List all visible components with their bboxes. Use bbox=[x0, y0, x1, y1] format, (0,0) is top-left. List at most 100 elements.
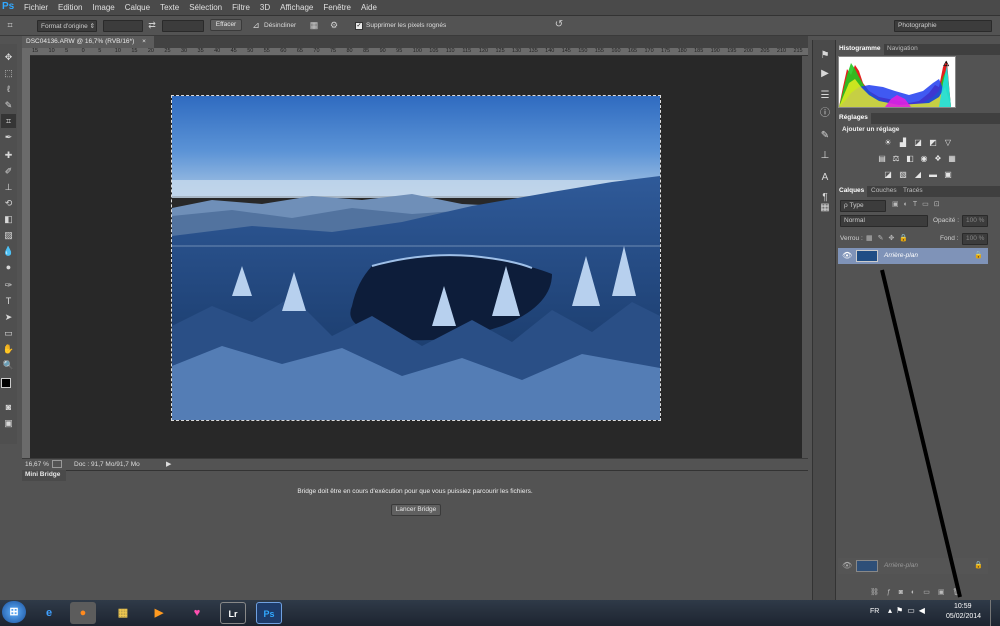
lock-icons[interactable]: ▦✎✥🔒 bbox=[866, 234, 913, 242]
blur-tool-icon[interactable]: 💧 bbox=[1, 244, 16, 258]
launch-bridge-button[interactable]: Lancer Bridge bbox=[391, 504, 441, 516]
crop-tool-icon[interactable]: ⌗ bbox=[1, 114, 16, 128]
close-icon[interactable]: × bbox=[142, 38, 146, 45]
grid-overlay-icon[interactable]: ▦ bbox=[308, 19, 320, 31]
vibrance-icon[interactable]: ▽ bbox=[942, 138, 954, 148]
tab-layers[interactable]: Calques bbox=[836, 186, 868, 197]
reset-icon[interactable]: ↺ bbox=[552, 19, 566, 31]
menu-3d[interactable]: 3D bbox=[260, 3, 270, 12]
layer-actions[interactable]: ⛓ƒ◙◐▭▣🗑 bbox=[870, 588, 969, 596]
document-tab[interactable]: DSC04136.ARW @ 16,7% (RVB/16*) × bbox=[22, 36, 154, 48]
posterize-icon[interactable]: ▧ bbox=[897, 170, 909, 180]
taskbar-firefox-icon[interactable]: ● bbox=[70, 602, 96, 624]
layer-row[interactable]: 👁 Arrière-plan 🔒 bbox=[838, 248, 988, 264]
delete-cropped-checkbox[interactable]: ✓ bbox=[355, 22, 363, 30]
tab-paths[interactable]: Tracés bbox=[900, 186, 926, 197]
selective-color-icon[interactable]: ▣ bbox=[942, 170, 954, 180]
menu-fichier[interactable]: Fichier bbox=[24, 3, 48, 12]
clear-button[interactable]: Effacer bbox=[210, 19, 242, 31]
quick-mask-icon[interactable]: ◙ bbox=[1, 400, 16, 414]
taskbar-live-icon[interactable]: ♥ bbox=[184, 602, 210, 624]
brightness-icon[interactable]: ☀ bbox=[882, 138, 894, 148]
photo-filter-icon[interactable]: ◉ bbox=[918, 154, 930, 164]
taskbar-explorer-icon[interactable]: ▦ bbox=[110, 602, 136, 624]
history-icon[interactable]: ⚑ bbox=[817, 48, 833, 64]
menu-affichage[interactable]: Affichage bbox=[280, 3, 313, 12]
crop-width-input[interactable] bbox=[103, 20, 143, 32]
taskbar-lightroom-icon[interactable]: Lr bbox=[220, 602, 246, 624]
document-image[interactable] bbox=[171, 95, 661, 421]
color-lookup-icon[interactable]: ▦ bbox=[946, 154, 958, 164]
foreground-color-swatch[interactable] bbox=[1, 378, 11, 388]
eyedropper-tool-icon[interactable]: ✒ bbox=[1, 130, 16, 144]
straighten-icon[interactable]: ⊿ bbox=[250, 19, 262, 31]
info-icon[interactable]: ⓘ bbox=[817, 106, 833, 122]
gear-icon[interactable]: ⚙ bbox=[328, 19, 340, 31]
taskbar-media-icon[interactable]: ▶ bbox=[146, 602, 172, 624]
hue-saturation-icon[interactable]: ▤ bbox=[876, 154, 888, 164]
screen-mode-icon[interactable]: ▣ bbox=[1, 416, 16, 430]
move-tool-icon[interactable]: ✥ bbox=[1, 50, 16, 64]
layer-name[interactable]: Arrière-plan bbox=[884, 252, 918, 259]
dodge-tool-icon[interactable]: ● bbox=[1, 260, 16, 274]
brush-tool-icon[interactable]: ✐ bbox=[1, 164, 16, 178]
menu-fenetre[interactable]: Fenêtre bbox=[323, 3, 351, 12]
healing-brush-tool-icon[interactable]: ✚ bbox=[1, 148, 16, 162]
tray-icons[interactable]: ▴⚑▭◀ bbox=[888, 606, 929, 615]
menu-calque[interactable]: Calque bbox=[125, 3, 150, 12]
zoom-tool-icon[interactable]: 🔍 bbox=[1, 358, 16, 372]
lasso-tool-icon[interactable]: ℓ bbox=[1, 82, 16, 96]
history-brush-tool-icon[interactable]: ⟲ bbox=[1, 196, 16, 210]
taskbar-ie-icon[interactable]: e bbox=[36, 602, 62, 624]
opacity-input[interactable]: 100 % bbox=[962, 215, 988, 227]
color-balance-icon[interactable]: ⚖ bbox=[890, 154, 902, 164]
clock-time[interactable]: 10:59 bbox=[954, 603, 972, 610]
type-tool-icon[interactable]: T bbox=[1, 294, 16, 308]
menu-texte[interactable]: Texte bbox=[160, 3, 179, 12]
eraser-tool-icon[interactable]: ◧ bbox=[1, 212, 16, 226]
warning-icon[interactable]: ⚠ bbox=[943, 60, 949, 68]
status-menu-arrow-icon[interactable]: ▶ bbox=[166, 460, 171, 468]
invert-icon[interactable]: ◪ bbox=[882, 170, 894, 180]
mini-bridge-tab[interactable]: Mini Bridge bbox=[22, 470, 66, 481]
workspace-select[interactable]: Photographie bbox=[894, 20, 992, 32]
properties-icon[interactable]: ☰ bbox=[817, 88, 833, 104]
path-selection-tool-icon[interactable]: ➤ bbox=[1, 310, 16, 324]
channel-mixer-icon[interactable]: ❖ bbox=[932, 154, 944, 164]
exposure-icon[interactable]: ◩ bbox=[927, 138, 939, 148]
blend-mode-select[interactable]: Normal bbox=[840, 215, 928, 227]
layer-filter-icons[interactable]: ▣◐T▭⊡ bbox=[892, 200, 945, 208]
tab-adjustments[interactable]: Réglages bbox=[836, 113, 871, 124]
swatches-icon[interactable]: ▦ bbox=[817, 200, 833, 216]
hand-tool-icon[interactable]: ✋ bbox=[1, 342, 16, 356]
layer-filter-select[interactable]: ρ Type bbox=[840, 200, 886, 212]
pen-tool-icon[interactable]: ✑ bbox=[1, 278, 16, 292]
shape-tool-icon[interactable]: ▭ bbox=[1, 326, 16, 340]
menu-edition[interactable]: Edition bbox=[58, 3, 82, 12]
actions-icon[interactable]: ▶ bbox=[817, 66, 833, 82]
gradient-tool-icon[interactable]: ▨ bbox=[1, 228, 16, 242]
clone-source-icon[interactable]: ⊥ bbox=[817, 148, 833, 164]
crop-tool-icon[interactable]: ⌗ bbox=[3, 19, 17, 31]
swap-icon[interactable]: ⇄ bbox=[146, 19, 158, 31]
black-white-icon[interactable]: ◧ bbox=[904, 154, 916, 164]
threshold-icon[interactable]: ◢ bbox=[912, 170, 924, 180]
crop-height-input[interactable] bbox=[162, 20, 204, 32]
levels-icon[interactable]: ▟ bbox=[897, 138, 909, 148]
straighten-label[interactable]: Désincliner bbox=[264, 22, 296, 29]
tab-histogram[interactable]: Histogramme bbox=[836, 44, 884, 55]
gradient-map-icon[interactable]: ▬ bbox=[927, 170, 939, 180]
brush-panel-icon[interactable]: ✎ bbox=[817, 128, 833, 144]
menu-selection[interactable]: Sélection bbox=[189, 3, 222, 12]
marquee-tool-icon[interactable]: ⬚ bbox=[1, 66, 16, 80]
character-icon[interactable]: A bbox=[817, 170, 833, 186]
tab-navigation[interactable]: Navigation bbox=[884, 44, 921, 55]
menu-filtre[interactable]: Filtre bbox=[232, 3, 250, 12]
quick-select-tool-icon[interactable]: ✎ bbox=[1, 98, 16, 112]
crop-preset-select[interactable]: Format d'origine ⇕ bbox=[37, 20, 97, 32]
show-desktop-button[interactable] bbox=[990, 600, 1000, 626]
zoom-level[interactable]: 16,67 % bbox=[25, 461, 49, 468]
taskbar-photoshop-icon[interactable]: Ps bbox=[256, 602, 282, 624]
language-indicator[interactable]: FR bbox=[870, 608, 879, 615]
eye-icon[interactable]: 👁 bbox=[842, 251, 852, 260]
